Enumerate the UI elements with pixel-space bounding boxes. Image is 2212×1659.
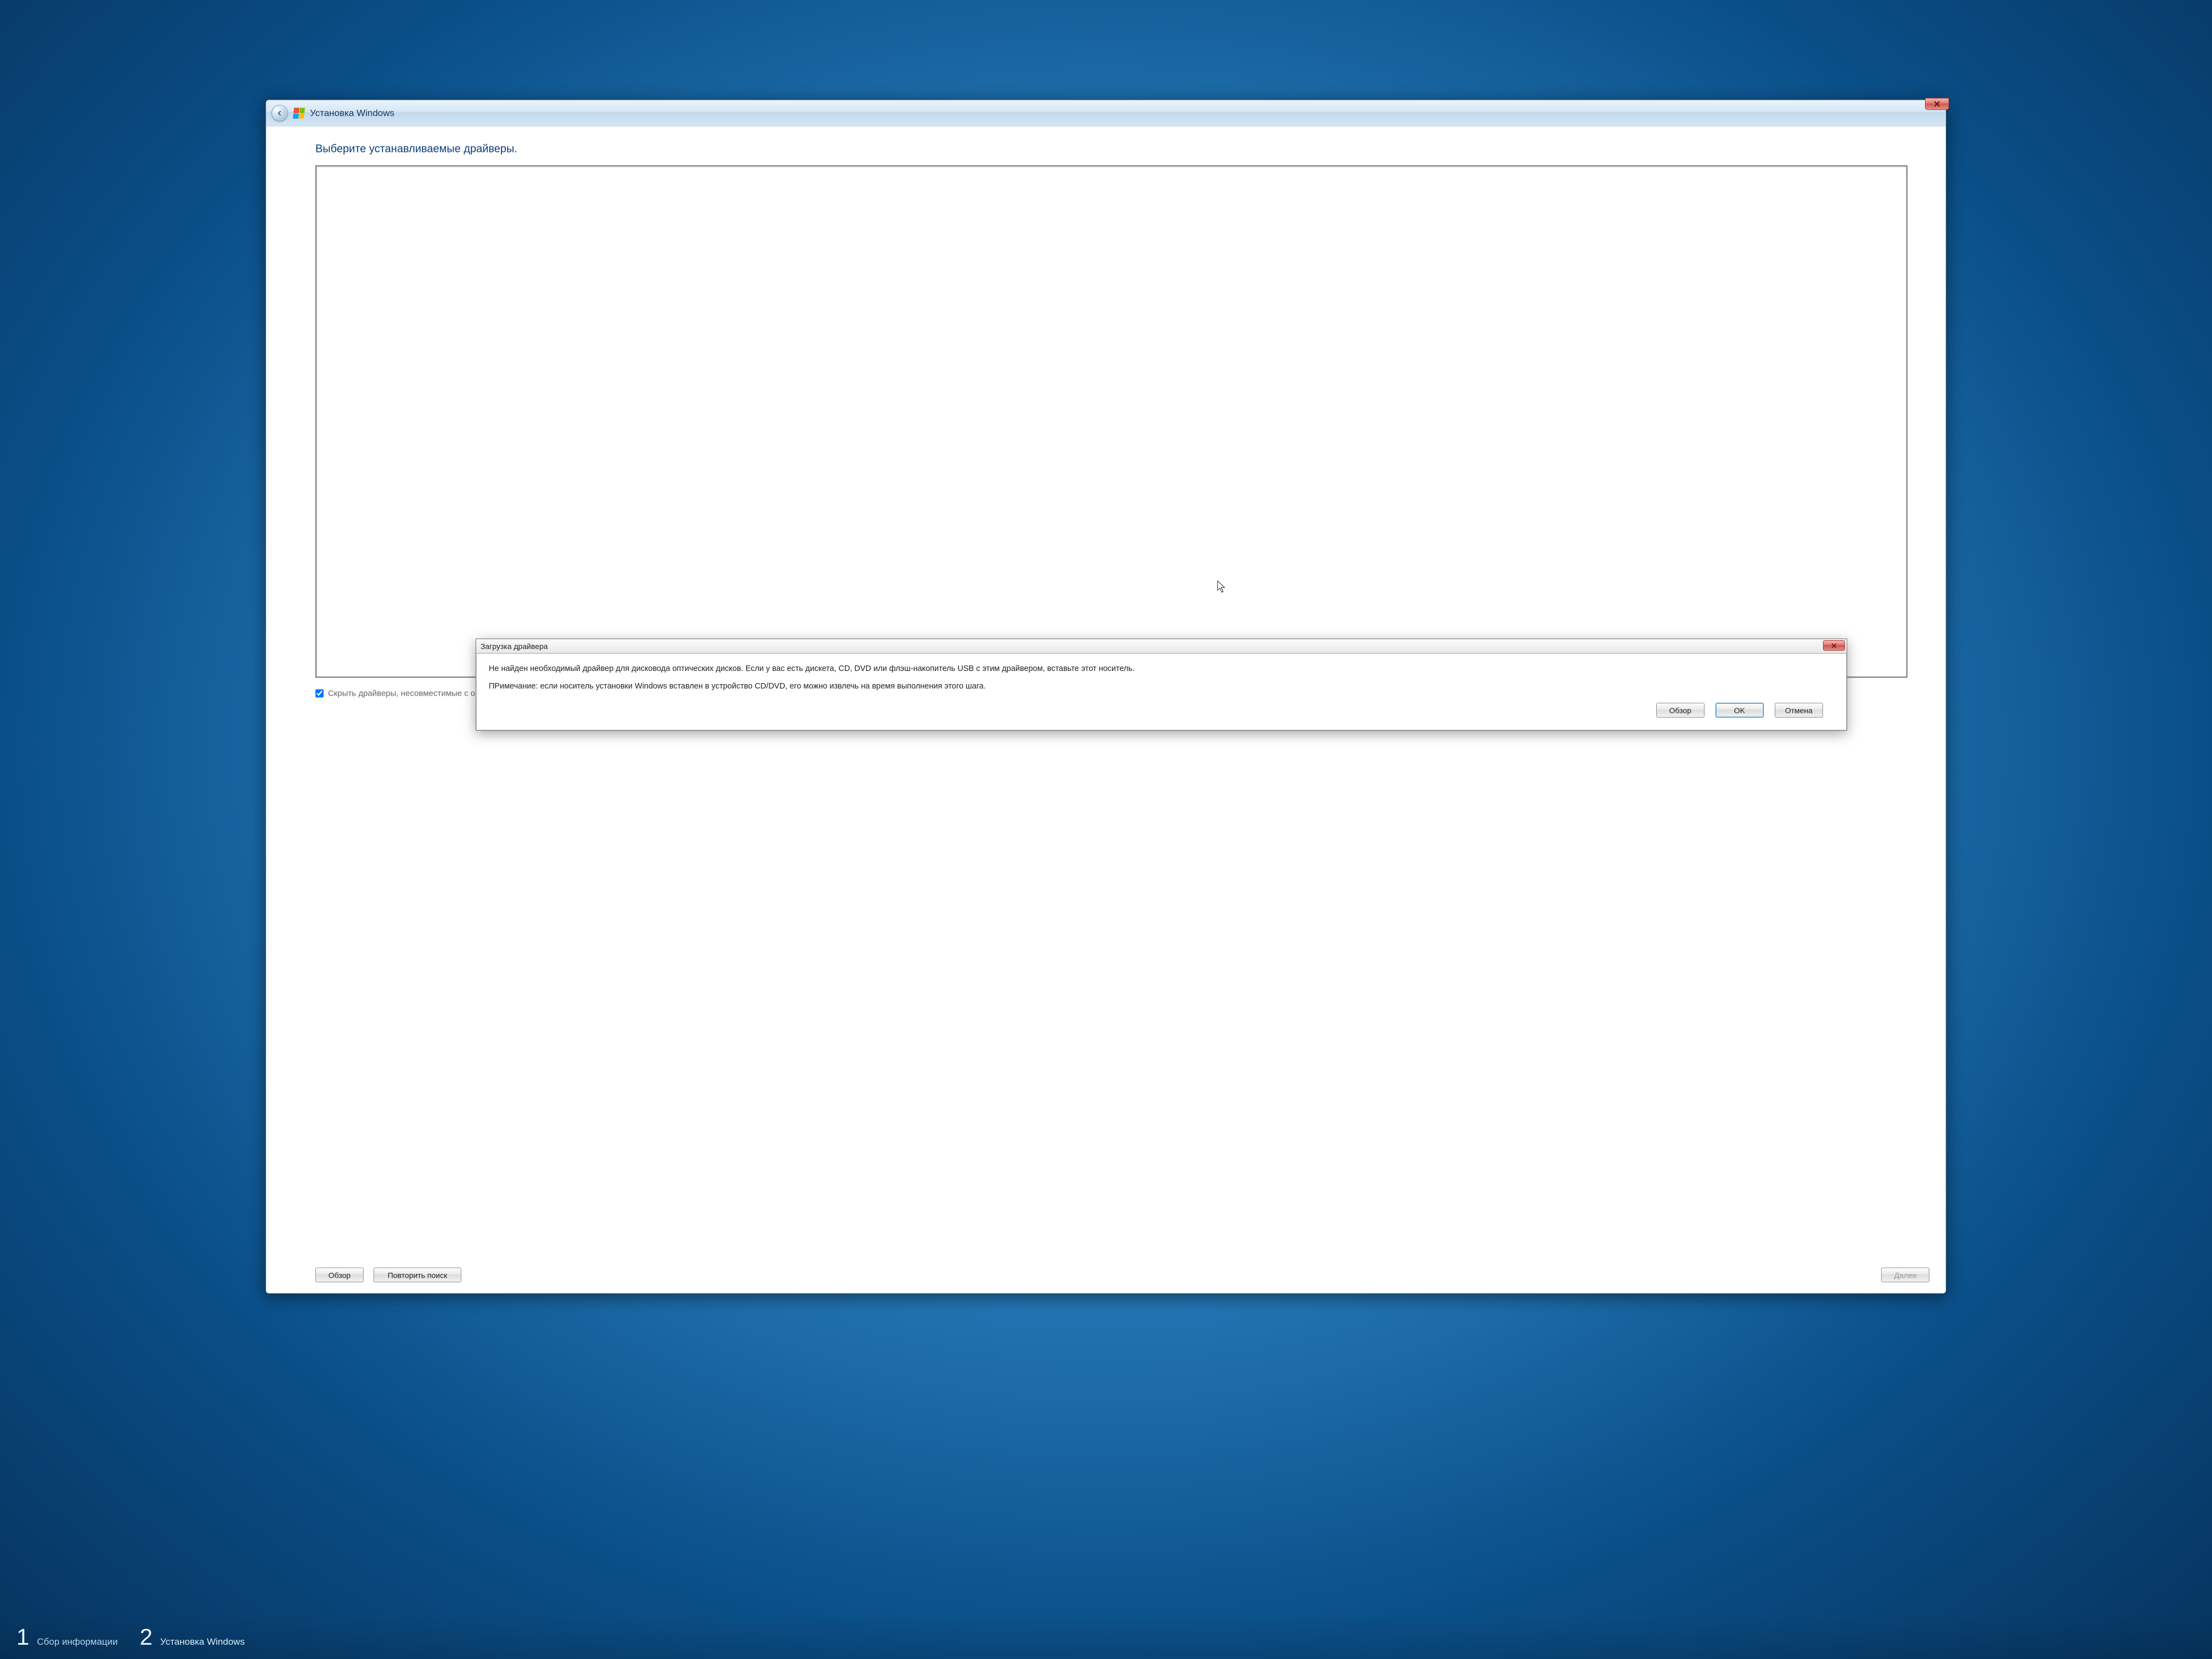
dialog-message-2: ПРимечание: если носитель установки Wind…	[489, 681, 1834, 692]
close-icon	[1831, 643, 1837, 648]
dialog-browse-button[interactable]: Обзор	[1656, 703, 1705, 718]
wizard-rescan-button[interactable]: Повторить поиск	[374, 1268, 461, 1283]
hide-incompatible-checkbox[interactable]	[315, 689, 324, 697]
wizard-bottom-bar: Обзор Повторить поиск Далее	[266, 1268, 1946, 1294]
wizard-titlebar: Установка Windows	[266, 100, 1946, 126]
step-1-number: 1	[16, 1624, 29, 1650]
load-driver-dialog: Загрузка драйвера Не найден необходимый …	[476, 639, 1847, 731]
wizard-browse-button[interactable]: Обзор	[315, 1268, 364, 1283]
dialog-close-button[interactable]	[1823, 640, 1845, 651]
back-button[interactable]	[272, 105, 288, 121]
dialog-titlebar: Загрузка драйвера	[476, 639, 1847, 653]
step-2-number: 2	[140, 1624, 153, 1650]
dialog-body: Не найден необходимый драйвер для дисков…	[476, 653, 1847, 730]
driver-list[interactable]	[315, 165, 1908, 678]
step-2: 2 Установка Windows	[140, 1624, 245, 1650]
step-1-label: Сбор информации	[37, 1637, 117, 1647]
close-icon	[1934, 100, 1940, 107]
arrow-left-icon	[276, 109, 284, 117]
wizard-title: Установка Windows	[310, 108, 394, 119]
step-1: 1 Сбор информации	[16, 1624, 118, 1650]
wizard-close-button[interactable]	[1925, 98, 1949, 110]
setup-steps-bar: 1 Сбор информации 2 Установка Windows	[0, 1615, 2212, 1659]
dialog-title: Загрузка драйвера	[481, 642, 548, 651]
dialog-message-1: Не найден необходимый драйвер для дисков…	[489, 664, 1834, 675]
step-2-label: Установка Windows	[160, 1637, 245, 1647]
instruction-text: Выберите устанавливаемые драйверы.	[315, 143, 1908, 155]
windows-logo-icon	[293, 108, 305, 119]
dialog-ok-button[interactable]: OK	[1716, 703, 1764, 718]
dialog-button-row: Обзор OK Отмена	[489, 698, 1834, 725]
wizard-next-button[interactable]: Далее	[1881, 1268, 1929, 1283]
dialog-cancel-button[interactable]: Отмена	[1775, 703, 1823, 718]
